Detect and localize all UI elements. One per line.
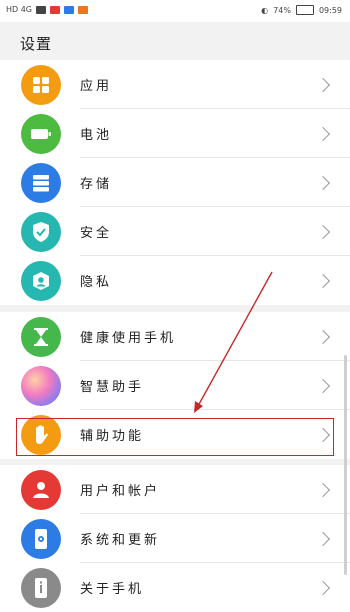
hourglass-icon	[21, 316, 61, 357]
status-right: ◐ 74% 09:59	[261, 5, 342, 15]
settings-item-label: 健康使用手机	[80, 331, 177, 346]
settings-item-label: 智慧助手	[80, 380, 145, 395]
chevron-right-icon	[315, 77, 331, 92]
system-update-icon	[21, 518, 61, 559]
user-icon	[21, 469, 61, 510]
settings-item-label: 关于手机	[80, 582, 145, 597]
status-bar: HD 4G ◐ 74% 09:59	[0, 0, 350, 22]
settings-item-system[interactable]: 系统和更新	[0, 514, 350, 563]
notification-icon	[50, 5, 61, 14]
chevron-right-icon	[315, 531, 331, 546]
battery-icon	[21, 113, 61, 154]
settings-item-label: 电池	[80, 128, 113, 143]
settings-item-about[interactable]: 关于手机	[0, 563, 350, 612]
chevron-right-icon	[315, 329, 331, 344]
info-icon	[21, 567, 61, 608]
annotation-highlight-box	[16, 418, 334, 456]
apps-icon	[21, 64, 61, 105]
chevron-right-icon	[315, 224, 331, 239]
privacy-icon	[21, 260, 61, 301]
settings-item-privacy[interactable]: 隐私	[0, 256, 350, 305]
status-left: HD 4G	[6, 5, 89, 14]
settings-section-1: 应用 电池 存储 安全 隐私	[0, 60, 350, 305]
network-label: HD 4G	[6, 5, 33, 14]
settings-section-3: 用户和帐户 系统和更新 关于手机	[0, 465, 350, 612]
chevron-right-icon	[315, 126, 331, 141]
chevron-right-icon	[315, 378, 331, 393]
clock: 09:59	[318, 5, 342, 15]
battery-percent: 74%	[273, 5, 291, 15]
settings-item-label: 用户和帐户	[80, 484, 161, 499]
chevron-right-icon	[315, 175, 331, 190]
settings-item-digital-balance[interactable]: 健康使用手机	[0, 312, 350, 361]
chevron-right-icon	[315, 273, 331, 288]
storage-icon	[21, 162, 61, 203]
notification-icon	[64, 5, 75, 14]
settings-item-label: 隐私	[80, 275, 113, 290]
signal-icon	[36, 5, 47, 14]
settings-item-security[interactable]: 安全	[0, 207, 350, 256]
headset-icon: ◐	[261, 5, 269, 15]
settings-item-label: 安全	[80, 226, 113, 241]
assistant-icon	[21, 365, 61, 406]
notification-icon	[78, 5, 89, 14]
scrollbar[interactable]	[344, 355, 347, 575]
settings-item-battery[interactable]: 电池	[0, 109, 350, 158]
settings-item-apps[interactable]: 应用	[0, 60, 350, 109]
settings-item-assistant[interactable]: 智慧助手	[0, 361, 350, 410]
battery-icon	[295, 5, 314, 15]
settings-item-label: 应用	[80, 79, 113, 94]
page-title: 设置	[20, 35, 53, 53]
settings-item-storage[interactable]: 存储	[0, 158, 350, 207]
settings-item-label: 存储	[80, 177, 113, 192]
shield-check-icon	[21, 211, 61, 252]
chevron-right-icon	[315, 482, 331, 497]
settings-item-users[interactable]: 用户和帐户	[0, 465, 350, 514]
chevron-right-icon	[315, 580, 331, 595]
settings-item-label: 系统和更新	[80, 533, 161, 548]
